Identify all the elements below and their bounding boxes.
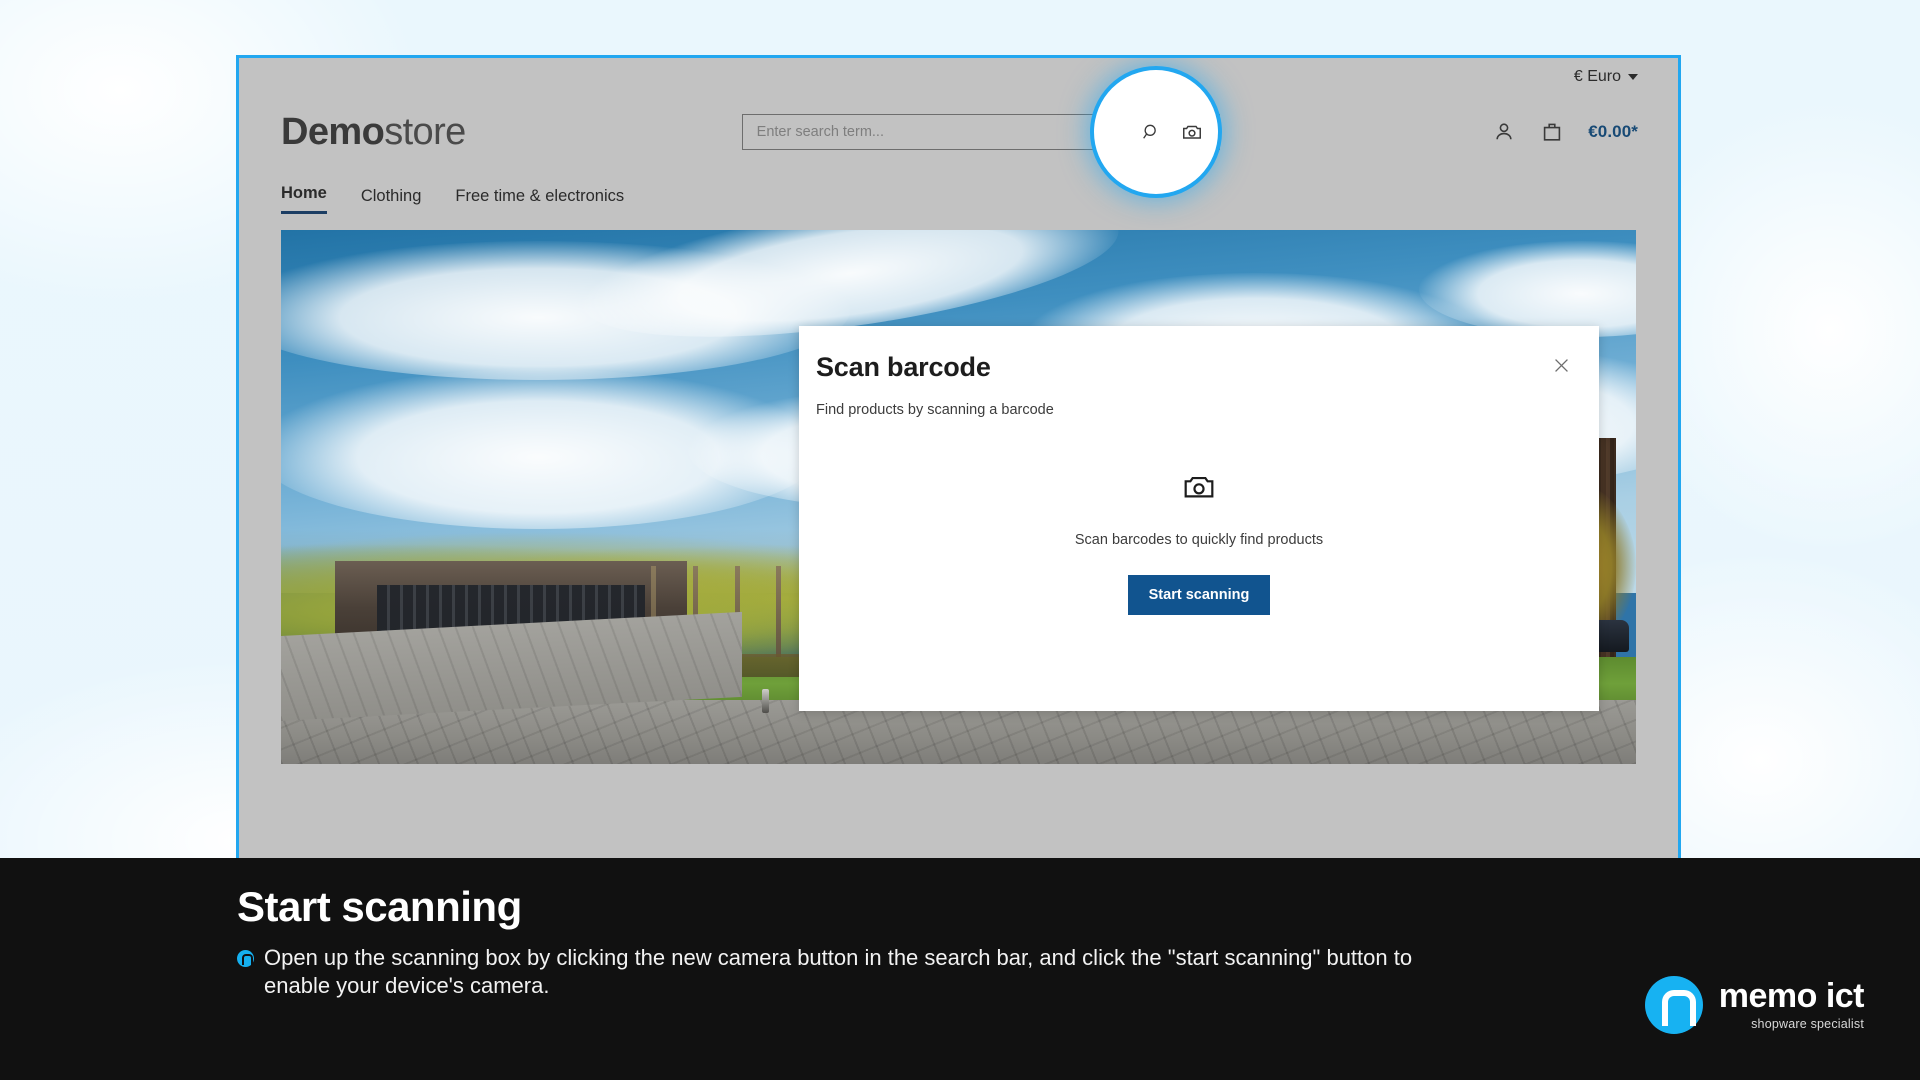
modal-hint-text: Scan barcodes to quickly find products bbox=[1074, 532, 1324, 548]
caption-body: Open up the scanning box by clicking the… bbox=[237, 944, 1417, 1000]
modal-body: Scan barcodes to quickly find products S… bbox=[799, 470, 1599, 615]
memo-ict-logo: memo ict shopware specialist bbox=[1644, 976, 1865, 1034]
logo-bold-part: Demo bbox=[281, 111, 385, 153]
modal-subtitle: Find products by scanning a barcode bbox=[816, 402, 1054, 418]
search-area bbox=[741, 70, 1220, 194]
currency-selector[interactable]: € Euro bbox=[1574, 68, 1638, 86]
chevron-down-icon bbox=[1628, 74, 1638, 80]
cart-button[interactable] bbox=[1540, 120, 1564, 144]
modal-title: Scan barcode bbox=[816, 352, 991, 382]
account-button[interactable] bbox=[1492, 120, 1516, 144]
nav-item-free-time-electronics[interactable]: Free time & electronics bbox=[455, 187, 624, 214]
currency-label: € Euro bbox=[1573, 68, 1621, 85]
modal-close-button[interactable] bbox=[1548, 352, 1575, 379]
site-logo[interactable]: Demostore bbox=[281, 113, 466, 151]
close-icon bbox=[1555, 359, 1568, 372]
nav-item-home[interactable]: Home bbox=[281, 184, 327, 214]
caption-text: Open up the scanning box by clicking the… bbox=[264, 945, 1413, 999]
search-icon-button[interactable] bbox=[1141, 122, 1161, 142]
memo-logo-icon bbox=[1644, 976, 1703, 1034]
site-header: Demostore Enter search term... €0.00* bbox=[239, 70, 1678, 194]
start-scanning-button[interactable]: Start scanning bbox=[1127, 575, 1271, 615]
path-light bbox=[762, 689, 770, 714]
browser-frame: € Euro Demostore Enter search term... €0… bbox=[236, 55, 1681, 858]
cart-total: €0.00* bbox=[1588, 122, 1638, 141]
storefront: € Euro Demostore Enter search term... €0… bbox=[239, 58, 1678, 858]
nav-item-clothing[interactable]: Clothing bbox=[361, 187, 422, 214]
caption-title: Start scanning bbox=[237, 883, 522, 930]
camera-scan-button[interactable] bbox=[1181, 121, 1203, 143]
camera-icon bbox=[1184, 476, 1214, 498]
search-icon bbox=[1142, 124, 1156, 139]
main-navigation: Home Clothing Free time & electronics bbox=[239, 168, 1678, 214]
search-actions bbox=[1141, 121, 1219, 143]
camera-icon bbox=[1182, 125, 1201, 139]
search-input[interactable] bbox=[756, 124, 1141, 140]
top-bar: € Euro bbox=[239, 58, 1678, 96]
caption-banner: Start scanning Open up the scanning box … bbox=[0, 858, 1920, 1080]
scan-barcode-modal: Scan barcode Find products by scanning a… bbox=[799, 326, 1599, 711]
header-actions: €0.00* bbox=[1492, 120, 1638, 144]
logo-light-part: store bbox=[384, 111, 466, 153]
user-icon bbox=[1496, 123, 1512, 140]
shopping-bag-icon bbox=[1544, 123, 1561, 141]
modal-header: Scan barcode bbox=[799, 326, 1599, 383]
brand-name: memo ict bbox=[1718, 977, 1865, 1016]
brand-tagline: shopware specialist bbox=[1751, 1017, 1864, 1032]
memo-wordmark: memo ict shopware specialist bbox=[1718, 977, 1865, 1032]
memo-bullet-icon bbox=[237, 950, 254, 967]
